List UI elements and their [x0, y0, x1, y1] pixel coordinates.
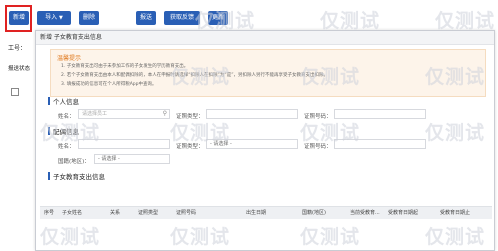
col-id-no: 证照号码 — [176, 210, 197, 216]
import-label: 导入 — [45, 14, 58, 21]
tips-panel: 温馨提示 1. 子女教育支出可由于未参加工作的子女发生的学历教育支出。 2. 若… — [50, 49, 486, 97]
col-index: 序号 — [44, 210, 55, 216]
delete-button[interactable]: 删除 — [79, 11, 99, 25]
personal-section-bar — [48, 97, 50, 105]
personal-name-placeholder: 请选择员工 — [82, 111, 108, 117]
personal-section-title: 个人信息 — [53, 98, 79, 106]
col-edu-start: 受教育日期起 — [388, 210, 419, 216]
col-birth-date: 出生日期 — [246, 210, 267, 216]
watermark: 仅测试 — [170, 122, 231, 144]
table-select-all-checkbox[interactable] — [11, 88, 19, 96]
col-relation: 关系 — [110, 210, 121, 216]
work-id-label: 工号： — [8, 45, 27, 52]
spouse-nationality-label: 国籍(地区)： — [58, 159, 90, 165]
status-label: 报送状态 — [8, 66, 31, 72]
spouse-nationality-select[interactable]: - 请选择 - — [94, 154, 170, 164]
child-section-title: 子女教育支出信息 — [53, 173, 105, 181]
watermark: 仅测试 — [170, 226, 231, 248]
child-table-header: 序号 子女姓名 关系 证照类型 证照号码 出生日期 国籍(地区) 当前受教育..… — [40, 206, 492, 219]
import-button[interactable]: 导入 ▼ — [37, 11, 71, 25]
tip-line-3: 3. 填报成功的信息可在个人所得税App中查询。 — [61, 82, 157, 87]
watermark: 仅测试 — [300, 122, 361, 144]
col-education-stage: 当前受教育... — [350, 210, 380, 216]
watermark: 仅测试 — [425, 122, 486, 144]
tips-title: 温馨提示 — [57, 55, 82, 62]
col-child-name: 子女姓名 — [62, 210, 83, 216]
child-section-bar — [48, 172, 50, 180]
highlight-box — [5, 5, 32, 32]
watermark: 仅测试 — [320, 10, 381, 32]
col-edu-end: 受教育日期止 — [440, 210, 471, 216]
search-icon[interactable]: ⚲ — [163, 110, 167, 118]
watermark: 仅测试 — [40, 122, 101, 144]
col-id-type: 证照类型 — [138, 210, 159, 216]
watermark: 仅测试 — [425, 226, 486, 248]
submit-button[interactable]: 报送 — [136, 11, 156, 25]
chevron-down-icon: ▼ — [59, 15, 63, 21]
watermark: 仅测试 — [300, 226, 361, 248]
watermark: 仅测试 — [40, 226, 101, 248]
watermark: 仅测试 — [195, 10, 256, 32]
watermark: 仅测试 — [170, 66, 231, 88]
col-nationality: 国籍(地区) — [302, 210, 326, 216]
watermark: 仅测试 — [425, 66, 486, 88]
watermark: 仅测试 — [300, 66, 361, 88]
watermark: 仅测试 — [435, 10, 496, 32]
dialog-title: 新增 子女教育支出信息 — [36, 31, 494, 45]
